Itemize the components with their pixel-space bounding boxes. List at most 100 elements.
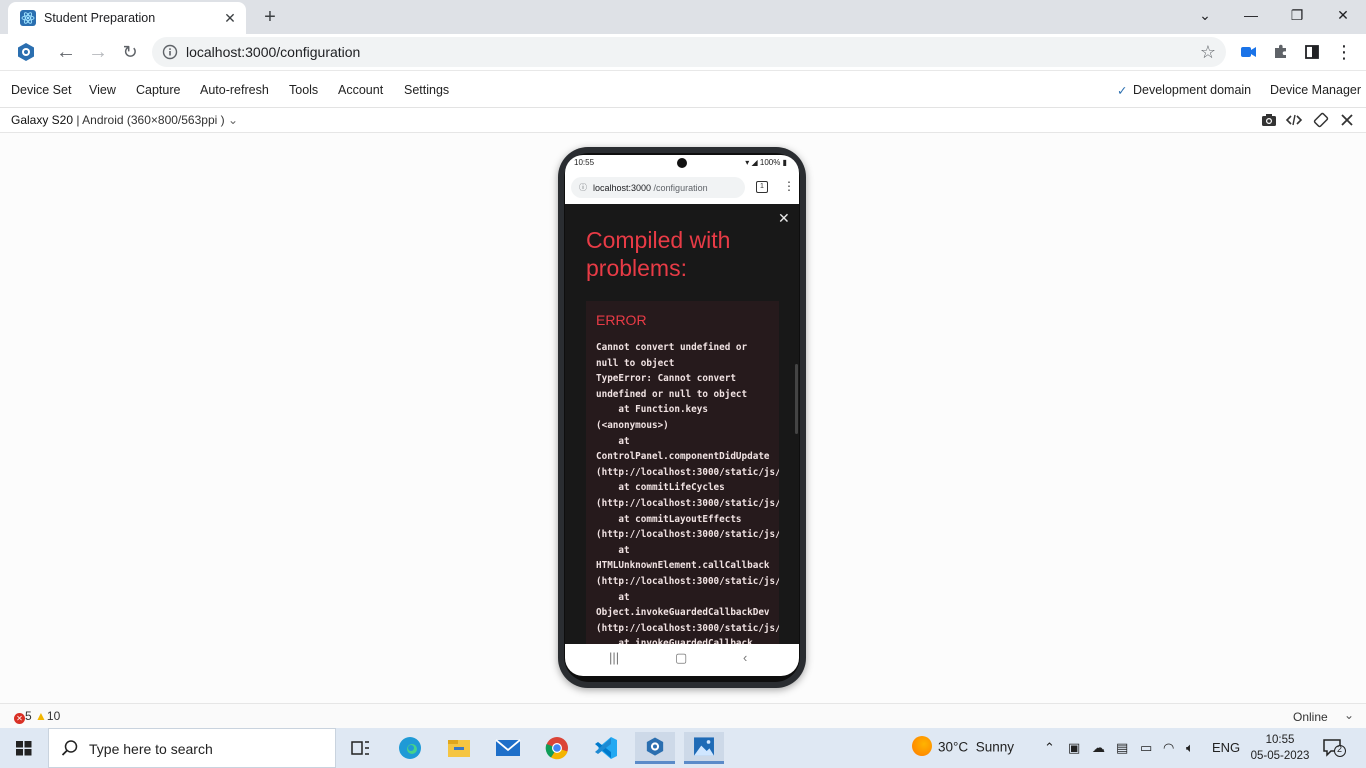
mobile-info-icon: ⓘ: [579, 183, 587, 192]
device-selector[interactable]: Galaxy S20 | Android (360×800/563ppi ) ⌄: [11, 113, 238, 127]
error-box: ERROR Cannot convert undefined or null t…: [586, 301, 779, 644]
battery-icon: ▮: [782, 158, 787, 167]
close-icon[interactable]: [1338, 112, 1356, 128]
phone-time: 10:55: [574, 158, 595, 167]
menu-view[interactable]: View: [89, 83, 116, 97]
development-domain-toggle[interactable]: Development domain: [1133, 83, 1251, 97]
menu-settings[interactable]: Settings: [404, 83, 449, 97]
url-text[interactable]: localhost:3000/configuration: [186, 44, 360, 60]
close-window-button[interactable]: ✕: [1320, 0, 1366, 32]
windows-start-icon[interactable]: [0, 728, 48, 768]
overlay-title: Compiled with problems:: [586, 227, 731, 281]
error-overlay: ✕ Compiled with problems: ERROR Cannot c…: [565, 204, 799, 644]
react-icon: [20, 10, 36, 26]
restore-button[interactable]: ❐: [1274, 0, 1320, 32]
photos-app-icon[interactable]: [684, 732, 724, 764]
checkmark-icon: ✓: [1117, 84, 1128, 98]
problems-indicator[interactable]: ✕ 5 ▲10: [14, 709, 60, 724]
battery-level: 100%: [759, 158, 781, 167]
mobile-address-field[interactable]: ⓘ localhost:3000 /configuration: [571, 177, 745, 198]
wifi-icon: ▾: [745, 158, 750, 167]
weather-widget[interactable]: 30°C Sunny: [912, 736, 1014, 758]
notification-icon: [1323, 739, 1346, 757]
meet-now-icon[interactable]: ▣: [1068, 740, 1080, 756]
device-manager-button[interactable]: Device Manager: [1270, 83, 1361, 97]
signal-icon: ◢: [751, 158, 758, 167]
tab-search-icon[interactable]: ⌄: [1182, 0, 1228, 32]
responsive-viewer-app-icon[interactable]: [635, 732, 675, 764]
mobile-url-bar: ⓘ localhost:3000 /configuration 1 ⋮: [565, 171, 799, 204]
battery-icon[interactable]: ▭: [1140, 740, 1152, 756]
error-icon: ✕: [14, 713, 25, 724]
language-indicator[interactable]: ENG: [1212, 740, 1240, 755]
chevron-down-icon[interactable]: ⌄: [1344, 708, 1354, 722]
menu-account[interactable]: Account: [338, 83, 383, 97]
system-clock[interactable]: 10:55 05-05-2023: [1248, 732, 1312, 764]
browser-tab[interactable]: Student Preparation ✕: [8, 2, 246, 34]
browser-tab-strip: Student Preparation ✕ + ⌄ — ❐ ✕: [0, 0, 1366, 34]
taskbar-search-box[interactable]: Type here to search: [48, 728, 336, 768]
new-tab-button[interactable]: +: [258, 6, 282, 28]
close-tab-icon[interactable]: ✕: [222, 10, 238, 26]
volume-icon[interactable]: 🔈︎: [1186, 740, 1194, 756]
mail-icon[interactable]: [488, 732, 528, 764]
forward-button[interactable]: →: [84, 38, 112, 66]
menu-tools[interactable]: Tools: [289, 83, 318, 97]
device-bar: Galaxy S20 | Android (360×800/563ppi ) ⌄: [0, 108, 1366, 133]
menu-device-set[interactable]: Device Set: [11, 83, 71, 97]
recent-apps-icon[interactable]: |||: [609, 650, 619, 665]
bookmark-star-icon[interactable]: ☆: [1200, 42, 1216, 63]
code-icon[interactable]: [1285, 112, 1303, 128]
minimize-button[interactable]: —: [1228, 0, 1274, 32]
video-camera-icon[interactable]: [1234, 38, 1262, 66]
reload-button[interactable]: ↻: [116, 38, 144, 66]
mobile-tab-count[interactable]: 1: [756, 181, 768, 193]
vscode-icon[interactable]: [586, 732, 626, 764]
device-name: Galaxy S20: [11, 113, 74, 127]
mobile-url-path: /configuration: [651, 183, 708, 193]
error-label: ERROR: [596, 312, 647, 328]
file-explorer-icon[interactable]: [439, 732, 479, 764]
chrome-icon[interactable]: [537, 732, 577, 764]
back-button[interactable]: ←: [52, 38, 80, 66]
clock-time: 10:55: [1265, 734, 1295, 746]
mobile-menu-icon[interactable]: ⋮: [783, 179, 795, 193]
task-view-icon[interactable]: [340, 732, 380, 764]
chevron-down-icon: ⌄: [227, 113, 239, 127]
notification-center-icon[interactable]: 2: [1322, 738, 1346, 758]
extensions-puzzle-icon[interactable]: [1266, 38, 1294, 66]
network-status[interactable]: Online: [1293, 710, 1328, 724]
chevron-up-icon[interactable]: ⌃: [1044, 740, 1055, 756]
sun-icon: [912, 736, 932, 756]
search-icon: [61, 740, 78, 756]
edge-browser-icon[interactable]: [390, 732, 430, 764]
overlay-scrollbar[interactable]: [795, 364, 798, 434]
info-icon[interactable]: [162, 44, 178, 60]
warning-icon: ▲: [35, 709, 47, 723]
device-spec: | Android (360×800/563ppi ): [76, 113, 225, 127]
menu-auto-refresh[interactable]: Auto-refresh: [200, 83, 269, 97]
mobile-url-host: localhost:3000: [593, 183, 652, 193]
extension-logo-icon[interactable]: [12, 38, 40, 66]
rotate-device-icon[interactable]: [1312, 112, 1330, 128]
address-bar[interactable]: localhost:3000/configuration ☆: [152, 37, 1226, 67]
screenshot-camera-icon[interactable]: [1260, 112, 1278, 128]
home-icon[interactable]: ▢: [675, 650, 687, 666]
side-panel-icon[interactable]: [1298, 38, 1326, 66]
menu-more-icon[interactable]: ⋮: [1330, 38, 1358, 66]
warning-count: 10: [46, 709, 61, 723]
temperature: 30°C: [938, 739, 969, 755]
display-icon[interactable]: ▤: [1116, 740, 1128, 756]
menu-capture[interactable]: Capture: [136, 83, 180, 97]
tab-title: Student Preparation: [44, 11, 156, 25]
error-count: 5: [25, 709, 32, 723]
wifi-icon[interactable]: ◠: [1163, 740, 1174, 756]
phone-screen[interactable]: 10:55 ▾ ◢ 100% ▮ ⓘ localhost:3000 /confi…: [565, 155, 799, 676]
browser-toolbar: ← → ↻ localhost:3000/configuration ☆ ⋮: [0, 34, 1366, 70]
weather-condition: Sunny: [975, 739, 1014, 755]
camera-cutout-icon: [677, 158, 687, 168]
onedrive-cloud-icon[interactable]: ☁: [1092, 740, 1105, 756]
overlay-close-button[interactable]: ✕: [778, 210, 790, 227]
back-nav-icon[interactable]: ‹: [743, 650, 747, 665]
status-bar: ✕ 5 ▲10 Online ⌄: [0, 703, 1366, 728]
